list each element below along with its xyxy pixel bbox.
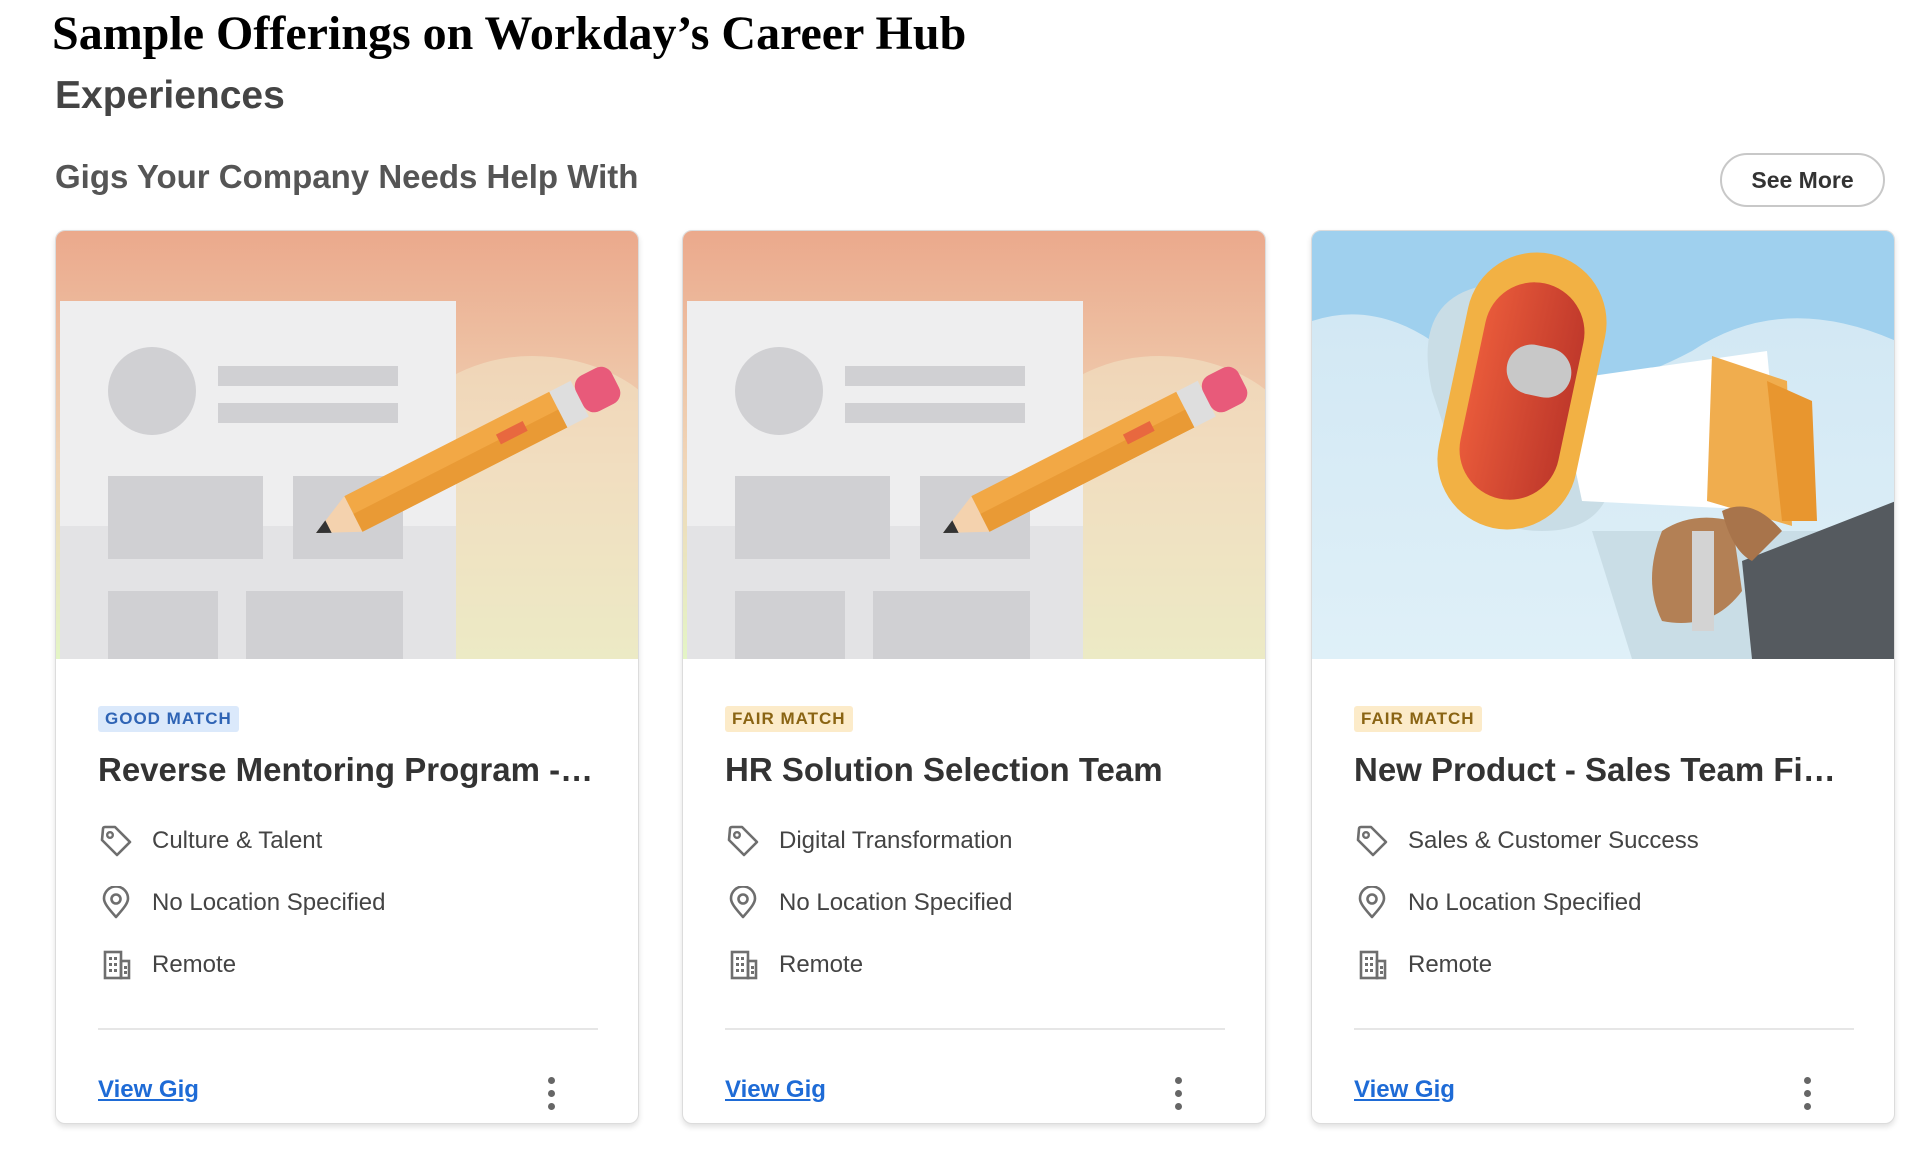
gig-category-label: Digital Transformation — [779, 827, 1013, 854]
match-badge: GOOD MATCH — [98, 706, 239, 732]
see-more-button[interactable]: See More — [1720, 153, 1885, 207]
gig-location-label: No Location Specified — [152, 889, 386, 916]
more-options-icon[interactable] — [1163, 1068, 1193, 1118]
gig-category-label: Culture & Talent — [152, 827, 323, 854]
gig-title: HR Solution Selection Team — [725, 751, 1163, 788]
gig-work-type-label: Remote — [152, 951, 237, 978]
gig-work-type-label: Remote — [1408, 951, 1493, 978]
gig-card[interactable]: FAIR MATCH HR Solution Selection Team Digi… — [682, 230, 1266, 1124]
card-divider — [1354, 1028, 1854, 1030]
gig-category: Digital Transformation — [725, 821, 1012, 861]
gig-card[interactable]: GOOD MATCH Reverse Mentoring Program - Re… — [55, 230, 639, 1124]
gig-card[interactable]: FAIR MATCH New Product - Sales Team Field… — [1311, 230, 1895, 1124]
gig-category-label: Sales & Customer Success — [1408, 827, 1699, 854]
gig-work-type: Remote — [98, 945, 236, 985]
match-badge: FAIR MATCH — [1354, 706, 1482, 732]
document-pencil-illustration — [56, 231, 638, 659]
gig-title: Reverse Mentoring Program - Reverse Ment… — [98, 751, 598, 788]
gig-work-type: Remote — [725, 945, 863, 985]
row-title: Gigs Your Company Needs Help With — [55, 158, 639, 195]
gig-category: Culture & Talent — [98, 821, 322, 861]
more-options-icon[interactable] — [536, 1068, 566, 1118]
building-icon — [98, 947, 134, 983]
document-pencil-illustration — [683, 231, 1265, 659]
gig-location-label: No Location Specified — [1408, 889, 1642, 916]
card-divider — [98, 1028, 598, 1030]
tag-icon — [725, 823, 761, 859]
gig-title: New Product - Sales Team Field Enablemen… — [1354, 751, 1854, 788]
card-divider — [725, 1028, 1225, 1030]
gig-work-type-label: Remote — [779, 951, 864, 978]
tag-icon — [1354, 823, 1390, 859]
location-pin-icon — [1354, 885, 1390, 921]
match-badge: FAIR MATCH — [725, 706, 853, 732]
section-title: Experiences — [55, 74, 285, 117]
gig-category: Sales & Customer Success — [1354, 821, 1699, 861]
view-gig-link[interactable]: View Gig — [725, 1076, 826, 1104]
tag-icon — [98, 823, 134, 859]
gig-location: No Location Specified — [1354, 883, 1641, 923]
gig-location: No Location Specified — [98, 883, 385, 923]
location-pin-icon — [725, 885, 761, 921]
building-icon — [725, 947, 761, 983]
megaphone-illustration — [1312, 231, 1894, 659]
view-gig-link[interactable]: View Gig — [1354, 1076, 1455, 1104]
figure-caption: Sample Offerings on Workday’s Career Hub — [52, 7, 967, 60]
more-options-icon[interactable] — [1792, 1068, 1822, 1118]
view-gig-link[interactable]: View Gig — [98, 1076, 199, 1104]
location-pin-icon — [98, 885, 134, 921]
gig-work-type: Remote — [1354, 945, 1492, 985]
building-icon — [1354, 947, 1390, 983]
gig-location: No Location Specified — [725, 883, 1012, 923]
gig-location-label: No Location Specified — [779, 889, 1013, 916]
